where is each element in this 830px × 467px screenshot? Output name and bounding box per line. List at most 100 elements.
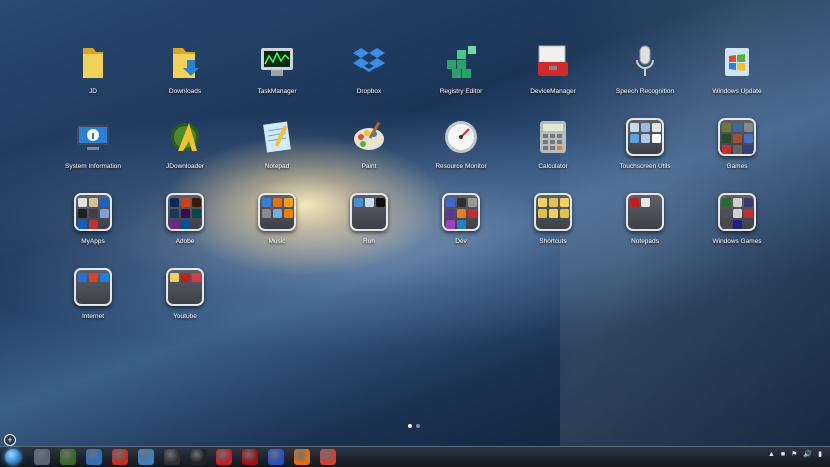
app-downloads[interactable]: Downloads — [139, 40, 231, 110]
app-label: JDownloader — [166, 163, 204, 170]
youtube-icon[interactable] — [216, 449, 232, 465]
folder-tile — [166, 268, 204, 306]
folder-mini-app-icon — [180, 273, 190, 282]
vlc-icon[interactable] — [294, 449, 310, 465]
folder-mini-app-icon — [629, 198, 639, 207]
app-label: Dropbox — [356, 88, 382, 95]
app-system-information[interactable]: System Information — [47, 115, 139, 185]
app-youtube[interactable]: Youtube — [139, 265, 231, 335]
folder-mini-app-icon — [169, 273, 179, 282]
folder-mini-app-icon — [732, 198, 742, 207]
app-touchscreen-utils[interactable]: Touchscreen Utils — [599, 115, 691, 185]
app-taskmanager[interactable]: TaskManager — [231, 40, 323, 110]
folder-mini-app-icon — [732, 134, 742, 143]
app-run[interactable]: Run — [323, 190, 415, 260]
folder-mini-app-icon — [721, 145, 731, 154]
tray-item[interactable]: ⚑ — [791, 450, 797, 458]
app-internet[interactable]: Internet — [47, 265, 139, 335]
app-paint[interactable]: Paint — [323, 115, 415, 185]
app-folder-icon — [163, 265, 207, 309]
film-icon[interactable] — [164, 449, 180, 465]
arrow-app-icon[interactable] — [268, 449, 284, 465]
tray-item[interactable]: ▮ — [818, 450, 822, 458]
folder-mini-app-icon — [169, 209, 179, 218]
app-notepads[interactable]: Notepads — [599, 190, 691, 260]
app-devicemanager[interactable]: DeviceManager — [507, 40, 599, 110]
folder-tile — [350, 193, 388, 231]
folder-tile — [166, 193, 204, 231]
folder-mini-app-icon — [732, 220, 742, 229]
start-button[interactable] — [5, 449, 21, 465]
app-registry-editor[interactable]: Registry Editor — [415, 40, 507, 110]
app-windows-update[interactable]: Windows Update — [691, 40, 783, 110]
app-music[interactable]: Music — [231, 190, 323, 260]
folder-tile — [718, 118, 756, 156]
app-windows-games[interactable]: Windows Games — [691, 190, 783, 260]
app-dropbox[interactable]: Dropbox — [323, 40, 415, 110]
app-label: System Information — [65, 163, 121, 170]
app-label: Windows Games — [712, 238, 762, 245]
app-jd[interactable]: JD — [47, 40, 139, 110]
app-folder-icon — [715, 190, 759, 234]
page-dot-1[interactable] — [408, 424, 412, 428]
folder-mini-app-icon — [99, 273, 109, 282]
app-label: JD — [89, 88, 97, 95]
device-manager-icon — [531, 40, 575, 84]
windows-logo-icon[interactable] — [86, 449, 102, 465]
ie-icon[interactable] — [138, 449, 154, 465]
app-shortcuts[interactable]: Shortcuts — [507, 190, 599, 260]
app-games[interactable]: Games — [691, 115, 783, 185]
taskbar-pinned-apps — [29, 449, 341, 465]
folder-mini-app-icon — [445, 220, 455, 229]
tray-item[interactable]: ■ — [781, 451, 785, 458]
app-dev[interactable]: Dev — [415, 190, 507, 260]
folder-mini-app-icon — [743, 198, 753, 207]
folder-mini-app-icon — [99, 198, 109, 207]
tray-item[interactable]: ▲ — [768, 451, 775, 458]
media-record-icon[interactable] — [242, 449, 258, 465]
folder-mini-app-icon — [456, 198, 466, 207]
registry-editor-icon — [439, 40, 483, 84]
folder-mini-app-icon — [261, 209, 271, 218]
system-information-icon — [71, 115, 115, 159]
photo-viewer-icon[interactable] — [34, 449, 50, 465]
penguin-icon[interactable] — [190, 449, 206, 465]
folder-mini-app-icon — [651, 134, 661, 143]
app-label: Touchscreen Utils — [619, 163, 671, 170]
folder-mini-app-icon — [445, 209, 455, 218]
app-jdownloader[interactable]: JDownloader — [139, 115, 231, 185]
app-label: Music — [268, 238, 286, 245]
folder-tile — [534, 193, 572, 231]
jdownloader-icon[interactable] — [60, 449, 76, 465]
chrome-icon[interactable] — [320, 449, 336, 465]
app-folder-icon — [71, 265, 115, 309]
folder-tile — [442, 193, 480, 231]
tray-item[interactable]: 🔊 — [803, 450, 812, 458]
folder-mini-app-icon — [261, 198, 271, 207]
folder-mini-app-icon — [651, 123, 661, 132]
app-resource-monitor[interactable]: Resource Monitor — [415, 115, 507, 185]
app-label: Registry Editor — [439, 88, 483, 95]
flash-icon[interactable] — [112, 449, 128, 465]
folder-mini-app-icon — [537, 209, 547, 218]
folder-mini-app-icon — [721, 209, 731, 218]
app-notepad[interactable]: Notepad — [231, 115, 323, 185]
app-calculator[interactable]: Calculator — [507, 115, 599, 185]
add-icon[interactable]: + — [4, 434, 16, 446]
app-label: TaskManager — [257, 88, 297, 95]
folder-mini-app-icon — [548, 209, 558, 218]
app-speech-recognition[interactable]: Speech Recognition — [599, 40, 691, 110]
folder-mini-app-icon — [456, 220, 466, 229]
app-label: DeviceManager — [530, 88, 576, 95]
dropbox-icon — [347, 40, 391, 84]
page-dot-2[interactable] — [416, 424, 420, 428]
app-myapps[interactable]: MyApps — [47, 190, 139, 260]
app-adobe[interactable]: Adobe — [139, 190, 231, 260]
folder-mini-app-icon — [640, 198, 650, 207]
resource-monitor-icon — [439, 115, 483, 159]
folder-mini-app-icon — [191, 198, 201, 207]
app-folder-icon — [531, 190, 575, 234]
folder-mini-app-icon — [743, 145, 753, 154]
app-folder-icon — [715, 115, 759, 159]
folder-tile — [626, 118, 664, 156]
